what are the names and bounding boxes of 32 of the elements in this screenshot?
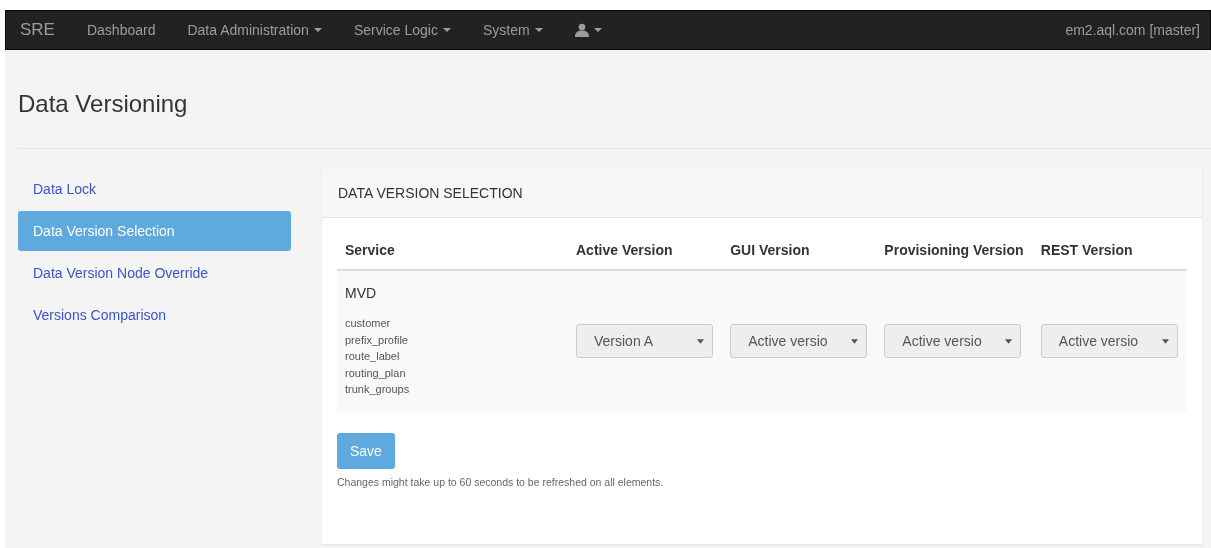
sidebar-item[interactable]: Data Version Node Override — [18, 253, 291, 293]
version-select[interactable]: Active versio — [884, 324, 1022, 359]
caret-icon — [851, 338, 859, 344]
table-name: prefix_profile — [345, 332, 409, 348]
version-select[interactable]: Active versio — [1040, 324, 1178, 359]
version-select[interactable]: Version A — [576, 324, 713, 359]
page-title: Data Versioning — [18, 89, 189, 119]
user-icon — [574, 23, 589, 37]
brand-link[interactable]: SRE — [20, 20, 55, 40]
version-select[interactable]: Active versio — [730, 324, 868, 359]
nav-dropdown[interactable]: System — [482, 22, 543, 38]
nav-dropdown[interactable]: Service Logic — [353, 22, 451, 38]
caret-icon — [313, 28, 322, 32]
table-name: route_label — [345, 349, 401, 364]
caret-icon — [697, 338, 704, 344]
caret-icon — [1005, 338, 1013, 344]
service-name: MVD — [345, 285, 378, 301]
caret-icon — [442, 28, 451, 32]
help-text: Changes might take up to 60 seconds to be refreshed on all elements. — [337, 475, 665, 488]
table-name: trunk_groups — [345, 382, 411, 397]
sidebar-item[interactable]: Data Lock — [18, 169, 291, 209]
nav-link[interactable]: Dashboard — [86, 22, 156, 38]
nav-dropdown[interactable]: Data Administration — [187, 22, 322, 38]
user-menu[interactable] — [574, 23, 602, 37]
caret-icon — [593, 28, 602, 32]
caret-icon — [534, 28, 543, 32]
table-name: routing_plan — [345, 365, 407, 381]
sidebar-item[interactable]: Versions Comparison — [18, 295, 291, 335]
table-name: customer — [345, 316, 392, 331]
panel-heading: DATA VERSION SELECTION — [322, 169, 1202, 218]
caret-icon — [1161, 338, 1169, 344]
server-label: em2.aql.com [master] — [1065, 22, 1200, 38]
